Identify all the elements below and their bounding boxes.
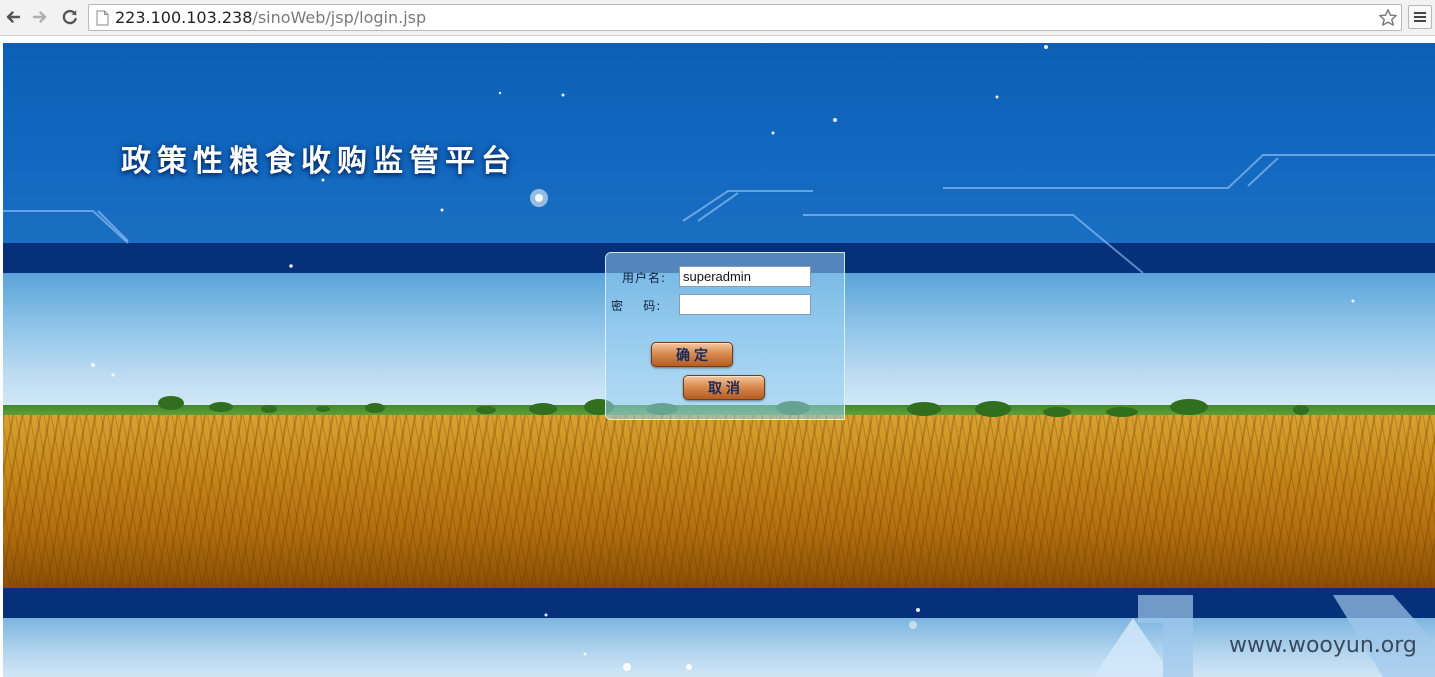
browser-menu-button[interactable] xyxy=(1408,5,1432,29)
cancel-button[interactable]: 取消 xyxy=(683,375,765,400)
url-path: /sinoWeb/jsp/login.jsp xyxy=(252,8,427,27)
back-icon xyxy=(6,11,21,23)
address-bar[interactable]: 223.100.103.238/sinoWeb/jsp/login.jsp xyxy=(88,4,1402,31)
login-page: 政策性粮食收购监管平台 用户名: superadmin 密 码: 确定 取消 w… xyxy=(3,43,1435,677)
platform-title: 政策性粮食收购监管平台 xyxy=(121,144,517,179)
username-label: 用户名: xyxy=(622,271,667,285)
confirm-button[interactable]: 确定 xyxy=(651,342,733,367)
password-input[interactable] xyxy=(679,294,811,315)
page-icon xyxy=(96,10,109,26)
forward-button[interactable] xyxy=(29,6,51,28)
url-host: 223.100.103.238 xyxy=(115,8,253,27)
login-panel: 用户名: superadmin 密 码: 确定 取消 xyxy=(605,252,845,420)
menu-icon xyxy=(1414,12,1426,22)
watermark-text: www.wooyun.org xyxy=(1229,633,1417,658)
reload-button[interactable] xyxy=(59,6,81,28)
back-button[interactable] xyxy=(2,6,24,28)
forward-icon xyxy=(32,11,47,23)
reload-icon xyxy=(62,9,77,25)
username-input[interactable]: superadmin xyxy=(679,266,811,287)
star-icon[interactable] xyxy=(1378,8,1398,28)
password-label: 密 码: xyxy=(611,299,662,313)
browser-toolbar: 223.100.103.238/sinoWeb/jsp/login.jsp xyxy=(0,0,1435,36)
url-text: 223.100.103.238/sinoWeb/jsp/login.jsp xyxy=(115,8,426,28)
